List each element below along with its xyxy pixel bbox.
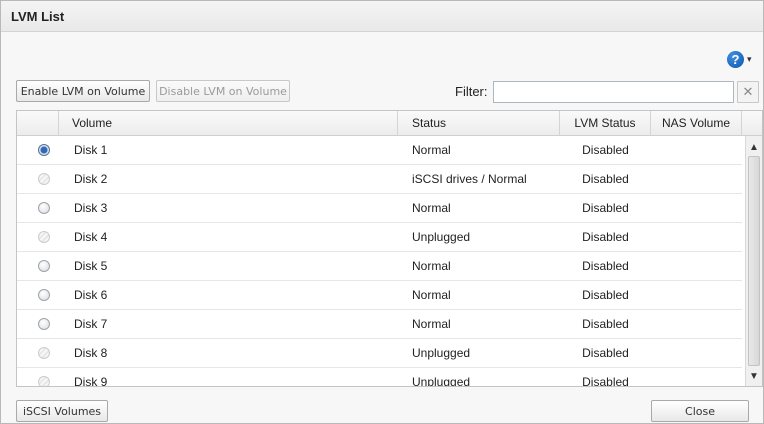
status-cell: Normal bbox=[412, 288, 451, 302]
lvm-status-cell: Disabled bbox=[582, 230, 629, 244]
enable-lvm-button[interactable]: Enable LVM on Volume bbox=[16, 80, 150, 102]
header-status[interactable]: Status bbox=[398, 111, 560, 135]
status-cell: Unplugged bbox=[412, 346, 471, 360]
table-row[interactable]: Disk 6 Normal Disabled bbox=[17, 281, 742, 310]
table-row[interactable]: Disk 8 Unplugged Disabled bbox=[17, 339, 742, 368]
scrollbar-thumb[interactable] bbox=[748, 156, 760, 366]
nas-volume-cell bbox=[651, 194, 742, 222]
lvm-status-cell: Disabled bbox=[582, 201, 629, 215]
volume-cell: Disk 7 bbox=[74, 317, 108, 331]
table-row[interactable]: Disk 2 iSCSI drives / Normal Disabled bbox=[17, 165, 742, 194]
volume-table: Volume Status LVM Status NAS Volume Disk… bbox=[16, 110, 763, 387]
volume-cell: Disk 9 bbox=[74, 375, 108, 387]
nas-volume-cell bbox=[651, 310, 742, 338]
help-button[interactable]: ? ▾ bbox=[727, 48, 759, 70]
nas-volume-cell bbox=[651, 223, 742, 251]
lvm-status-cell: Disabled bbox=[582, 143, 629, 157]
table-row[interactable]: Disk 9 Unplugged Disabled bbox=[17, 368, 742, 387]
filter-input[interactable] bbox=[493, 81, 734, 103]
scroll-down-arrow-icon[interactable]: ▼ bbox=[747, 369, 761, 383]
nas-volume-cell bbox=[651, 165, 742, 193]
clear-filter-button[interactable]: ✕ bbox=[737, 81, 759, 103]
volume-cell: Disk 8 bbox=[74, 346, 108, 360]
volume-cell: Disk 2 bbox=[74, 172, 108, 186]
lvm-status-cell: Disabled bbox=[582, 375, 629, 387]
dialog-title: LVM List bbox=[11, 9, 65, 24]
lvm-status-cell: Disabled bbox=[582, 346, 629, 360]
lvm-status-cell: Disabled bbox=[582, 317, 629, 331]
nas-volume-cell bbox=[651, 368, 742, 386]
volume-cell: Disk 6 bbox=[74, 288, 108, 302]
table-body: Disk 1 Normal Disabled Disk 2 iSCSI driv… bbox=[17, 136, 742, 387]
row-radio-button[interactable] bbox=[38, 376, 50, 386]
status-cell: Normal bbox=[412, 259, 451, 273]
table-row[interactable]: Disk 5 Normal Disabled bbox=[17, 252, 742, 281]
table-row[interactable]: Disk 7 Normal Disabled bbox=[17, 310, 742, 339]
nas-volume-cell bbox=[651, 281, 742, 309]
close-button[interactable]: Close bbox=[651, 400, 749, 422]
volume-cell: Disk 1 bbox=[74, 143, 108, 157]
status-cell: Normal bbox=[412, 317, 451, 331]
table-header: Volume Status LVM Status NAS Volume bbox=[17, 111, 762, 136]
help-icon: ? bbox=[727, 50, 744, 68]
table-row[interactable]: Disk 4 Unplugged Disabled bbox=[17, 223, 742, 252]
volume-cell: Disk 3 bbox=[74, 201, 108, 215]
row-radio-button[interactable] bbox=[38, 318, 50, 330]
status-cell: iSCSI drives / Normal bbox=[412, 172, 527, 186]
row-radio-button[interactable] bbox=[38, 289, 50, 301]
row-radio-button[interactable] bbox=[38, 173, 50, 185]
nas-volume-cell bbox=[651, 252, 742, 280]
volume-cell: Disk 4 bbox=[74, 230, 108, 244]
status-cell: Normal bbox=[412, 201, 451, 215]
row-radio-button[interactable] bbox=[38, 202, 50, 214]
status-cell: Unplugged bbox=[412, 375, 471, 387]
nas-volume-cell bbox=[651, 136, 742, 164]
header-lvm-status[interactable]: LVM Status bbox=[560, 111, 651, 135]
row-radio-button[interactable] bbox=[38, 231, 50, 243]
close-icon: ✕ bbox=[742, 84, 754, 99]
disable-lvm-button[interactable]: Disable LVM on Volume bbox=[156, 80, 290, 102]
lvm-status-cell: Disabled bbox=[582, 172, 629, 186]
header-select bbox=[17, 111, 59, 135]
filter-label: Filter: bbox=[455, 84, 488, 99]
dialog-titlebar: LVM List bbox=[1, 1, 763, 32]
table-row[interactable]: Disk 3 Normal Disabled bbox=[17, 194, 742, 223]
lvm-list-dialog: LVM List ? ▾ Enable LVM on Volume Disabl… bbox=[0, 0, 764, 424]
row-radio-button[interactable] bbox=[38, 347, 50, 359]
scroll-up-arrow-icon[interactable]: ▲ bbox=[747, 140, 761, 154]
header-volume[interactable]: Volume bbox=[59, 111, 398, 135]
status-cell: Normal bbox=[412, 143, 451, 157]
table-scrollbar[interactable]: ▲ ▼ bbox=[745, 136, 762, 386]
iscsi-volumes-button[interactable]: iSCSI Volumes bbox=[16, 400, 108, 422]
lvm-status-cell: Disabled bbox=[582, 288, 629, 302]
table-row[interactable]: Disk 1 Normal Disabled bbox=[17, 136, 742, 165]
volume-cell: Disk 5 bbox=[74, 259, 108, 273]
header-nas-volume[interactable]: NAS Volume bbox=[651, 111, 742, 135]
row-radio-button[interactable] bbox=[38, 260, 50, 272]
chevron-down-icon: ▾ bbox=[747, 53, 752, 64]
row-radio-button[interactable] bbox=[38, 144, 50, 156]
lvm-status-cell: Disabled bbox=[582, 259, 629, 273]
nas-volume-cell bbox=[651, 339, 742, 367]
status-cell: Unplugged bbox=[412, 230, 471, 244]
